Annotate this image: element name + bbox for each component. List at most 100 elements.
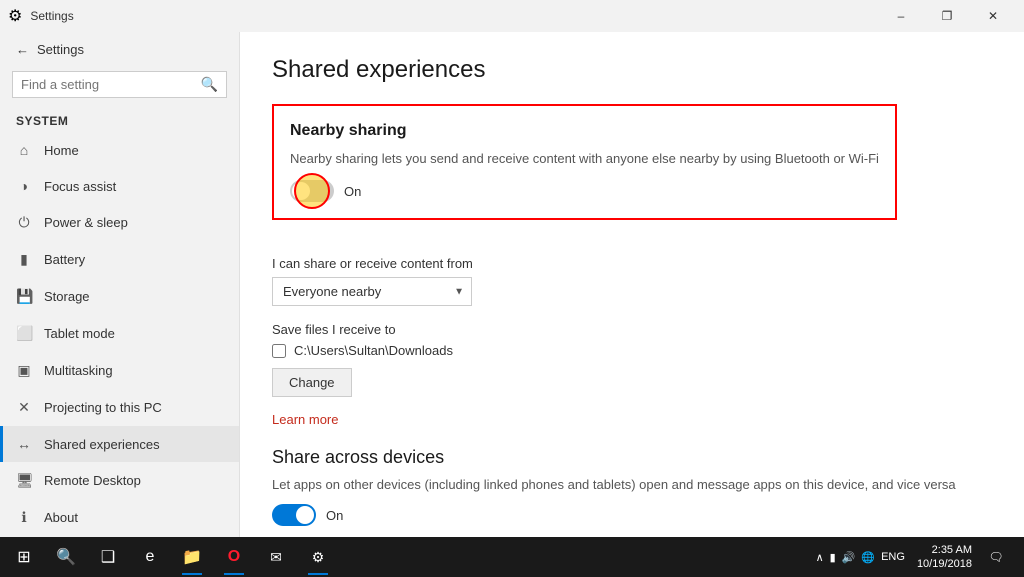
titlebar-title: Settings	[30, 9, 73, 23]
minimize-button[interactable]: –	[878, 0, 924, 32]
sidebar-back-button[interactable]: ← Settings	[0, 32, 239, 67]
nearby-sharing-desc: Nearby sharing lets you send and receive…	[290, 150, 879, 168]
taskbar-settings-indicator	[308, 573, 328, 575]
taskbar-sys-icons: ∧ ▮ 🔊 🌐 ENG	[808, 551, 913, 564]
taskbar-left: ⊞ 🔍 ❑ e 📁 O ✉ ⚙	[4, 537, 338, 577]
share-receive-dropdown-wrapper[interactable]: Everyone nearby My devices only ▼	[272, 277, 472, 306]
sidebar-item-label-battery: Battery	[44, 252, 85, 267]
taskbar-time: 2:35 AM	[917, 543, 972, 557]
sidebar-item-shared-experiences[interactable]: ↔ Shared experiences	[0, 426, 239, 462]
titlebar-left: ⚙ Settings	[8, 6, 74, 26]
sidebar-item-label-shared: Shared experiences	[44, 437, 160, 452]
taskbar-clock[interactable]: 2:35 AM 10/19/2018	[917, 543, 972, 572]
storage-icon: 💾	[16, 288, 32, 305]
share-receive-select[interactable]: Everyone nearby My devices only	[272, 277, 472, 306]
taskbar: ⊞ 🔍 ❑ e 📁 O ✉ ⚙ ∧ ▮	[0, 537, 1024, 577]
taskbar-date: 10/19/2018	[917, 557, 972, 571]
titlebar: ⚙ Settings – ❐ ✕	[0, 0, 1024, 32]
sidebar-item-label-multitasking: Multitasking	[44, 363, 113, 378]
share-across-title: Share across devices	[272, 447, 992, 468]
taskbar-mail[interactable]: ✉	[256, 537, 296, 577]
taskbar-edge[interactable]: e	[130, 537, 170, 577]
sidebar-back-label: Settings	[37, 42, 84, 57]
nearby-sharing-title: Nearby sharing	[290, 122, 879, 140]
start-button[interactable]: ⊞	[4, 537, 44, 577]
nearby-toggle-row: On	[290, 180, 879, 202]
search-icon: 🔍	[201, 76, 218, 93]
share-across-toggle-row: On	[272, 504, 992, 526]
nearby-toggle-label: On	[344, 184, 361, 199]
nearby-sharing-section: Nearby sharing Nearby sharing lets you s…	[272, 104, 897, 220]
share-across-toggle-label: On	[326, 508, 343, 523]
nearby-sharing-toggle[interactable]	[290, 180, 334, 202]
sidebar-search-box[interactable]: 🔍	[12, 71, 227, 98]
battery-taskbar-icon: ▮	[830, 551, 836, 564]
taskbar-right: ∧ ▮ 🔊 🌐 ENG 2:35 AM 10/19/2018 🗨	[808, 537, 1020, 577]
share-receive-label: I can share or receive content from	[272, 256, 992, 271]
sidebar-item-remote-desktop[interactable]: 🖥 Remote Desktop	[0, 462, 239, 499]
running-apps: e 📁 O ✉ ⚙	[130, 537, 338, 577]
sidebar-item-battery[interactable]: ▮ Battery	[0, 241, 239, 278]
taskbar-explorer[interactable]: 📁	[172, 537, 212, 577]
sidebar: ← Settings 🔍 System ⌂ Home ◑ Focus assis…	[0, 32, 240, 537]
save-files-path: C:\Users\Sultan\Downloads	[294, 343, 453, 358]
app-body: ← Settings 🔍 System ⌂ Home ◑ Focus assis…	[0, 32, 1024, 537]
sidebar-item-power-sleep[interactable]: ⏻ Power & sleep	[0, 204, 239, 241]
sidebar-item-tablet-mode[interactable]: ⬜ Tablet mode	[0, 315, 239, 352]
save-files-checkbox[interactable]	[272, 344, 286, 358]
taskbar-opera[interactable]: O	[214, 537, 254, 577]
save-files-row: C:\Users\Sultan\Downloads	[272, 343, 992, 358]
taskbar-app-active-indicator	[182, 573, 202, 575]
sidebar-item-storage[interactable]: 💾 Storage	[0, 278, 239, 315]
sidebar-item-label-home: Home	[44, 143, 79, 158]
share-across-toggle-knob	[296, 506, 314, 524]
sidebar-item-multitasking[interactable]: ▣ Multitasking	[0, 352, 239, 389]
home-icon: ⌂	[16, 142, 32, 158]
multitasking-icon: ▣	[16, 362, 32, 379]
learn-more-link[interactable]: Learn more	[272, 412, 338, 427]
share-across-desc: Let apps on other devices (including lin…	[272, 476, 992, 494]
sidebar-item-label-storage: Storage	[44, 289, 90, 304]
search-input[interactable]	[21, 77, 201, 92]
sidebar-item-label-projecting: Projecting to this PC	[44, 400, 162, 415]
projecting-icon: ✕	[16, 399, 32, 416]
sidebar-item-projecting[interactable]: ✕ Projecting to this PC	[0, 389, 239, 426]
share-across-toggle[interactable]	[272, 504, 316, 526]
close-button[interactable]: ✕	[970, 0, 1016, 32]
language-label: ENG	[881, 551, 905, 563]
chevron-up-icon[interactable]: ∧	[816, 551, 824, 564]
sidebar-item-label-remote: Remote Desktop	[44, 473, 141, 488]
shared-icon: ↔	[16, 436, 32, 452]
notification-button[interactable]: 🗨	[976, 537, 1016, 577]
sidebar-section-label: System	[0, 106, 239, 132]
tablet-icon: ⬜	[16, 325, 32, 342]
sidebar-item-label-about: About	[44, 510, 78, 525]
sidebar-item-home[interactable]: ⌂ Home	[0, 132, 239, 168]
page-title: Shared experiences	[272, 56, 992, 84]
restore-button[interactable]: ❐	[924, 0, 970, 32]
main-content: Shared experiences Nearby sharing Nearby…	[240, 32, 1024, 537]
sidebar-item-label-focus-assist: Focus assist	[44, 179, 116, 194]
taskbar-opera-indicator	[224, 573, 244, 575]
settings-icon: ⚙	[8, 6, 22, 26]
search-button[interactable]: 🔍	[46, 537, 86, 577]
sidebar-item-label-tablet-mode: Tablet mode	[44, 326, 115, 341]
taskbar-settings[interactable]: ⚙	[298, 537, 338, 577]
remote-icon: 🖥	[16, 472, 32, 489]
power-icon: ⏻	[16, 214, 32, 231]
titlebar-controls: – ❐ ✕	[878, 0, 1016, 32]
volume-icon[interactable]: 🔊	[842, 551, 856, 564]
network-icon: 🌐	[861, 551, 875, 564]
nearby-toggle-wrapper[interactable]	[290, 180, 334, 202]
back-arrow-icon: ←	[16, 42, 29, 57]
focus-assist-icon: ◑	[16, 178, 32, 194]
toggle-knob	[292, 182, 310, 200]
change-button[interactable]: Change	[272, 368, 352, 397]
task-view-button[interactable]: ❑	[88, 537, 128, 577]
about-icon: ℹ	[16, 509, 32, 526]
sidebar-item-label-power-sleep: Power & sleep	[44, 215, 128, 230]
save-files-label: Save files I receive to	[272, 322, 992, 337]
sidebar-item-about[interactable]: ℹ About	[0, 499, 239, 536]
sidebar-item-focus-assist[interactable]: ◑ Focus assist	[0, 168, 239, 204]
battery-icon: ▮	[16, 251, 32, 268]
